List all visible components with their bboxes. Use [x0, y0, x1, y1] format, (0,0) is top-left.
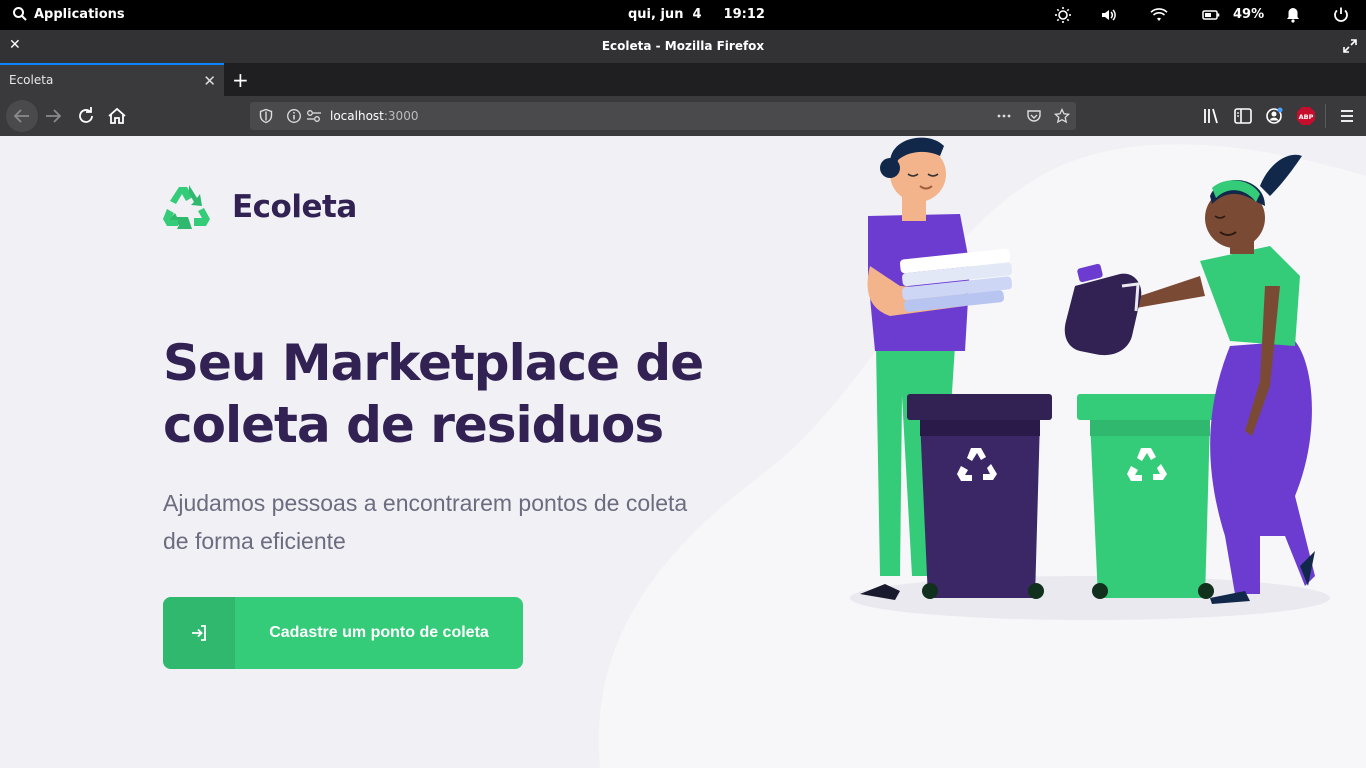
window-titlebar: ✕ Ecoleta - Mozilla Firefox	[0, 30, 1366, 63]
applications-menu[interactable]: Applications	[12, 6, 125, 22]
register-point-button[interactable]: Cadastre um ponto de coleta	[163, 597, 523, 669]
battery-percent: 49%	[1233, 7, 1265, 22]
page-content: Ecoleta Seu Marketplace de coleta de res…	[0, 136, 1366, 768]
page-title: Seu Marketplace de coleta de residuos	[163, 332, 763, 456]
system-top-bar: Applications qui, jun 4 19:12 49%	[0, 0, 1366, 30]
search-icon	[13, 7, 27, 21]
logo-text: Ecoleta	[232, 189, 357, 225]
permissions-icon[interactable]	[306, 108, 322, 124]
new-tab-button[interactable]: +	[232, 68, 249, 92]
back-button[interactable]	[6, 100, 38, 132]
battery-icon	[1202, 10, 1220, 20]
purple-bin	[907, 394, 1052, 599]
tab-strip: Ecoleta ✕ +	[0, 63, 1366, 96]
restore-icon[interactable]	[1342, 38, 1358, 54]
url-text: localhost:3000	[330, 109, 418, 123]
login-icon	[192, 625, 206, 641]
home-icon[interactable]	[105, 104, 129, 128]
star-icon[interactable]	[1054, 108, 1070, 124]
reload-icon[interactable]	[74, 104, 98, 128]
page-subtitle: Ajudamos pessoas a encontrarem pontos de…	[163, 484, 743, 560]
green-bin	[1077, 394, 1222, 599]
info-icon[interactable]	[286, 108, 302, 124]
library-icon[interactable]	[1200, 104, 1224, 128]
tab-ecoleta[interactable]: Ecoleta ✕	[0, 63, 224, 96]
applications-label: Applications	[34, 6, 125, 22]
headline-line-1: Seu Marketplace de	[163, 334, 704, 392]
tab-close-icon[interactable]: ✕	[203, 72, 216, 90]
time-text: 19:12	[723, 7, 765, 22]
register-point-label: Cadastre um ponto de coleta	[269, 624, 489, 641]
sidebar-icon[interactable]	[1231, 104, 1255, 128]
window-title: Ecoleta - Mozilla Firefox	[601, 39, 765, 53]
pocket-icon[interactable]	[1026, 108, 1042, 124]
clock[interactable]: qui, jun 4 19:12	[628, 7, 765, 22]
forward-icon[interactable]	[41, 104, 65, 128]
shield-icon[interactable]	[258, 108, 274, 124]
login-icon-box	[163, 597, 235, 669]
more-icon[interactable]	[996, 108, 1012, 124]
menu-icon[interactable]	[1335, 104, 1359, 128]
recycling-illustration	[850, 137, 1330, 620]
volume-icon	[1102, 9, 1116, 21]
url-bar[interactable]: localhost:3000	[250, 102, 1076, 130]
brightness-icon	[1055, 7, 1071, 23]
bell-icon	[1287, 8, 1299, 23]
account-icon[interactable]	[1262, 104, 1286, 128]
headline-line-2: coleta de residuos	[163, 396, 664, 454]
jug	[1064, 263, 1142, 356]
logo[interactable]: Ecoleta	[162, 184, 357, 230]
abp-icon[interactable]: ABP	[1294, 104, 1318, 128]
svg-text:ABP: ABP	[1299, 113, 1314, 121]
subhead-line-1: Ajudamos pessoas a encontrarem pontos de…	[163, 490, 688, 516]
url-port: :3000	[383, 109, 419, 123]
toolbar-separator	[1325, 104, 1326, 128]
power-icon	[1334, 7, 1348, 22]
recycle-icon	[163, 185, 210, 229]
date-text: qui, jun 4	[628, 7, 702, 22]
wifi-icon	[1150, 8, 1168, 21]
back-icon	[13, 109, 29, 123]
url-host: localhost	[330, 109, 384, 123]
subhead-line-2: de forma eficiente	[163, 528, 346, 554]
tab-label: Ecoleta	[9, 73, 54, 87]
navigation-toolbar: localhost:3000 ABP	[0, 96, 1366, 136]
